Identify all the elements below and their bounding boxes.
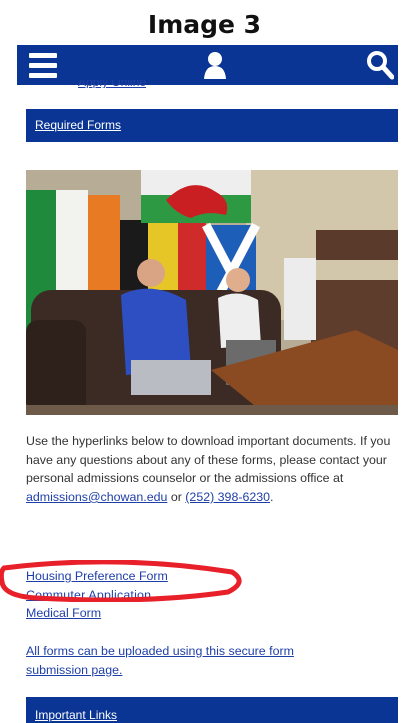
students-gaming-photo [26,170,398,415]
intro-or-text: or [167,489,186,504]
upload-note: All forms can be uploaded using this sec… [26,642,346,679]
forms-list: Housing Preference Form Commuter Applica… [26,567,356,623]
image-caption: Image 3 [147,10,262,39]
admissions-phone-link[interactable]: (252) 398-6230 [185,490,270,504]
important-links-banner: Important Links [26,697,398,723]
housing-preference-form-link[interactable]: Housing Preference Form [26,567,356,586]
photo-illustration [26,170,398,415]
medical-form-link[interactable]: Medical Form [26,604,356,623]
search-icon[interactable] [366,50,394,80]
intro-text: Use the hyperlinks below to download imp… [26,434,391,486]
required-forms-banner: Required Forms [26,109,398,142]
admissions-email-link[interactable]: admissions@chowan.edu [26,490,167,504]
secure-upload-link[interactable]: All forms can be uploaded using this sec… [26,644,294,677]
top-navbar [17,45,398,85]
hamburger-menu-icon[interactable] [29,53,57,78]
apply-online-link-cut[interactable]: Apply Online [78,80,146,88]
intro-period: . [270,489,274,504]
intro-paragraph: Use the hyperlinks below to download imp… [26,432,394,506]
required-forms-link[interactable]: Required Forms [35,118,121,132]
user-icon[interactable] [202,51,228,79]
important-links-link[interactable]: Important Links [35,708,117,722]
commuter-application-link[interactable]: Commuter Application [26,586,356,605]
